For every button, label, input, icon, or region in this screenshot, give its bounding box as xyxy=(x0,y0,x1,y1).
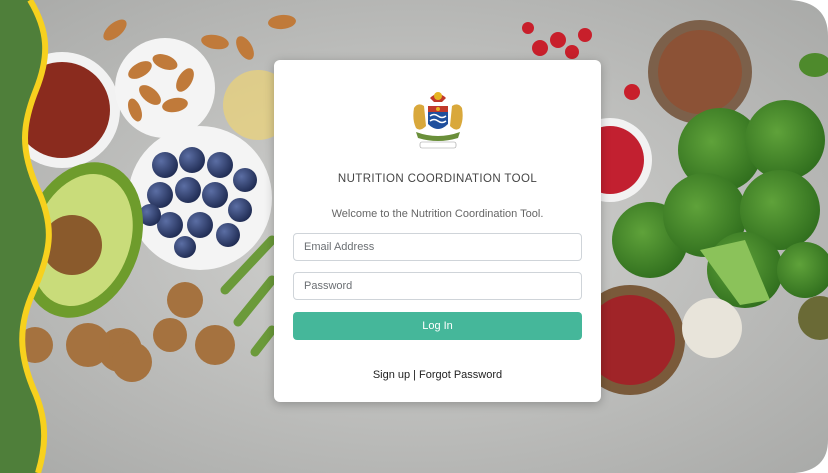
account-links: Sign up | Forgot Password xyxy=(274,369,601,381)
login-button[interactable]: Log In xyxy=(293,312,582,340)
login-card: NUTRITION COORDINATION TOOL Welcome to t… xyxy=(274,60,601,402)
forgot-password-link[interactable]: Forgot Password xyxy=(419,369,502,381)
login-page: NUTRITION COORDINATION TOOL Welcome to t… xyxy=(0,0,828,473)
coat-of-arms-emblem-icon xyxy=(413,92,463,149)
password-field[interactable] xyxy=(293,272,582,300)
signup-link[interactable]: Sign up xyxy=(373,369,410,381)
app-title: NUTRITION COORDINATION TOOL xyxy=(337,173,538,185)
welcome-message: Welcome to the Nutrition Coordination To… xyxy=(331,208,544,220)
link-separator: | xyxy=(413,369,416,381)
email-field[interactable] xyxy=(293,233,582,261)
